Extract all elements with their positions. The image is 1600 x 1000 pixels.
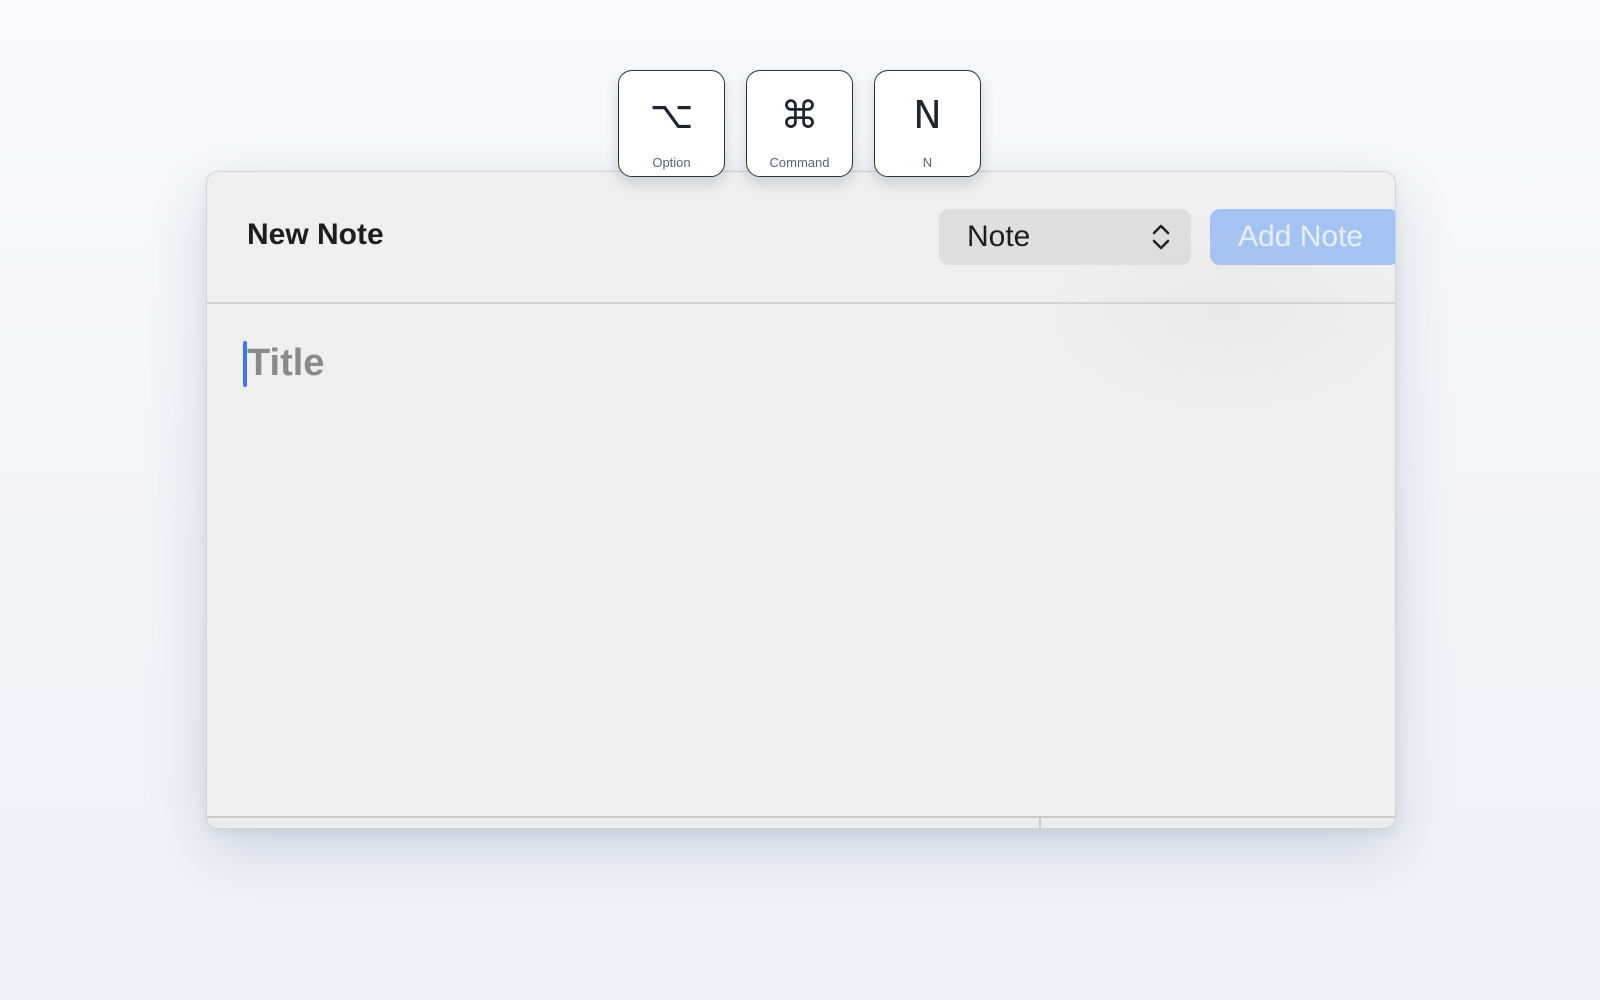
note-body-area[interactable]	[207, 404, 1395, 804]
add-note-button-label: Add Note	[1238, 220, 1364, 253]
text-caret	[243, 341, 247, 387]
option-key-label: Option	[652, 155, 691, 170]
n-key-glyph: N	[913, 93, 942, 137]
window-footer	[207, 816, 1395, 828]
command-key-label: Command	[769, 155, 830, 170]
note-type-value: Note	[967, 220, 1031, 253]
n-key-label: N	[922, 155, 933, 170]
option-key: ⌥ Option	[618, 70, 725, 177]
up-down-chevron-icon	[1152, 224, 1170, 250]
option-key-glyph: ⌥	[649, 93, 694, 137]
window-header: New Note Note Add Note	[207, 172, 1395, 304]
title-input[interactable]	[243, 338, 1347, 388]
note-type-select[interactable]: Note	[939, 209, 1191, 265]
command-key-glyph: ⌘	[780, 93, 819, 137]
command-key: ⌘ Command	[746, 70, 853, 177]
title-field[interactable]	[243, 338, 1347, 388]
window-title: New Note	[247, 218, 384, 251]
new-note-window: New Note Note Add Note	[206, 171, 1396, 829]
footer-divider	[1039, 818, 1041, 828]
add-note-button[interactable]: Add Note	[1210, 209, 1395, 265]
n-key: N N	[874, 70, 981, 177]
